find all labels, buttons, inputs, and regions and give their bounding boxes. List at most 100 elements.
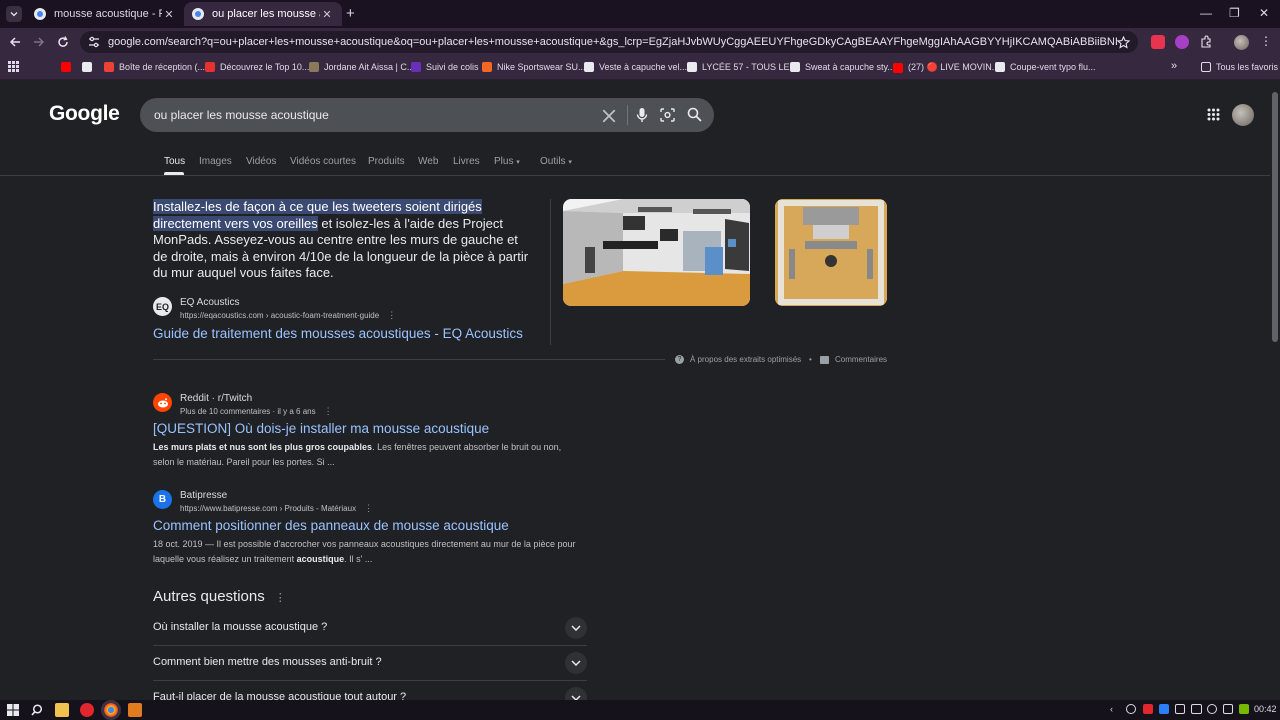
google-logo[interactable]: Google	[49, 102, 120, 126]
new-tab-button[interactable]: +	[346, 6, 355, 22]
browser-menu-icon[interactable]: ⋮	[1260, 34, 1272, 48]
google-favicon-icon	[34, 8, 46, 20]
nvidia-icon[interactable]	[1239, 704, 1249, 714]
bookmark-coupe-vent[interactable]: Coupe-vent typo flu...	[995, 62, 1096, 72]
source-cite: Plus de 10 commentaires · il y a 6 ans	[180, 407, 316, 416]
volume-icon[interactable]	[1207, 704, 1217, 714]
microphone-icon[interactable]	[636, 107, 648, 123]
all-bookmarks-folder[interactable]: Tous les favoris	[1201, 62, 1278, 72]
page-scrollbar[interactable]	[1270, 80, 1280, 700]
more-options-icon[interactable]: ⋮	[364, 502, 373, 515]
tab-livres[interactable]: Livres	[453, 156, 480, 167]
browser-tab-2[interactable]: ou placer les mousse acoustique ✕	[184, 2, 342, 26]
bookmark-top10[interactable]: Découvrez le Top 10...	[205, 62, 309, 72]
featured-snippet-text: Installez-les de façon à ce que les twee…	[153, 199, 533, 282]
tab-videos[interactable]: Vidéos	[246, 156, 276, 167]
tl-icon	[205, 62, 215, 72]
tray-app-icon[interactable]	[1143, 704, 1153, 714]
forward-arrow-icon	[34, 37, 45, 47]
paa-question[interactable]: Où installer la mousse acoustique ?	[153, 611, 587, 646]
tab-produits[interactable]: Produits	[368, 156, 405, 167]
restore-icon[interactable]: ❐	[1229, 6, 1240, 20]
reload-button[interactable]	[55, 34, 71, 50]
result-title-batipresse[interactable]: Comment positionner des panneaux de mous…	[153, 518, 509, 533]
result-snippet-reddit: Les murs plats et nus sont les plus gros…	[153, 442, 562, 467]
featured-source[interactable]: EQ EQ Acoustics https://eqacoustics.com …	[153, 297, 396, 322]
tab-close-icon[interactable]: ✕	[320, 8, 334, 21]
chevron-down-icon[interactable]	[565, 617, 587, 639]
bookmark-youtube[interactable]	[61, 62, 76, 72]
language-icon[interactable]	[1223, 704, 1233, 714]
featured-result-title[interactable]: Guide de traitement des mousses acoustiq…	[153, 326, 523, 341]
back-button[interactable]	[7, 34, 23, 50]
bookmark-jordane[interactable]: Jordane Ait Aissa | C...	[309, 62, 414, 72]
taskbar-search-icon[interactable]	[31, 704, 43, 716]
tab-close-icon[interactable]: ✕	[162, 8, 176, 21]
display-icon[interactable]	[1191, 704, 1202, 714]
bookmark-veste[interactable]: Veste à capuche vel...	[584, 62, 687, 72]
network-icon[interactable]	[1175, 704, 1185, 714]
clear-search-icon[interactable]	[601, 108, 617, 124]
tab-videos-courtes[interactable]: Vidéos courtes	[290, 156, 356, 167]
window-close-icon[interactable]: ✕	[1259, 6, 1269, 20]
chrome-icon[interactable]	[101, 700, 121, 720]
bookmark-live[interactable]: (27) 🔴 LIVE MOVIN...	[893, 62, 999, 73]
studio-top-view-image[interactable]	[775, 199, 887, 306]
bookmark-nike[interactable]: Nike Sportswear SU...	[482, 62, 586, 72]
eq-acoustics-favicon-icon: EQ	[153, 297, 172, 316]
tab-images[interactable]: Images	[199, 156, 232, 167]
tray-overflow-icon[interactable]: ‹	[1110, 704, 1113, 714]
page-icon	[82, 62, 92, 72]
paa-question[interactable]: Comment bien mettre des mousses anti-bru…	[153, 646, 587, 681]
opera-icon[interactable]	[80, 703, 94, 717]
taskbar-clock[interactable]: 00:42	[1254, 704, 1277, 714]
address-bar[interactable]: google.com/search?q=ou+placer+les+mousse…	[80, 31, 1138, 53]
bookmark-suivi-colis[interactable]: Suivi de colis	[411, 62, 479, 72]
windows-start-icon[interactable]	[7, 704, 19, 716]
result-source-batipresse[interactable]: B Batipresse https://www.batipresse.com …	[153, 490, 373, 515]
search-icon[interactable]	[687, 107, 702, 122]
account-avatar[interactable]	[1232, 104, 1254, 126]
file-explorer-icon[interactable]	[55, 703, 69, 717]
profile-avatar[interactable]	[1234, 35, 1249, 50]
about-snippets-link[interactable]: ? À propos des extraits optimisés	[675, 355, 801, 364]
more-options-icon[interactable]: ⋮	[275, 592, 286, 604]
extension-icon-2[interactable]	[1175, 35, 1189, 49]
result-title-reddit[interactable]: [QUESTION] Où dois-je installer ma mouss…	[153, 421, 489, 436]
bluetooth-icon[interactable]	[1159, 704, 1169, 714]
forward-button[interactable]	[31, 34, 47, 50]
bookmark-sweat[interactable]: Sweat à capuche sty...	[790, 62, 895, 72]
tab-search-button[interactable]	[6, 6, 22, 22]
lens-camera-icon[interactable]	[660, 108, 675, 122]
more-options-icon[interactable]: ⋮	[324, 405, 333, 418]
bookmarks-overflow-icon[interactable]: »	[1171, 60, 1177, 72]
search-tabs: Tous Images Vidéos Vidéos courtes Produi…	[0, 150, 1270, 176]
browser-toolbar: google.com/search?q=ou+placer+les+mousse…	[0, 28, 1280, 56]
tab-plus[interactable]: Plus ▾	[494, 156, 520, 167]
site-info-icon[interactable]	[88, 36, 100, 48]
extensions-puzzle-icon[interactable]	[1199, 35, 1213, 49]
result-source-reddit[interactable]: Reddit · r/Twitch Plus de 10 commentaire…	[153, 393, 333, 418]
tab-outils[interactable]: Outils ▾	[540, 156, 572, 167]
minimize-icon[interactable]: —	[1200, 6, 1212, 20]
bookmark-page[interactable]	[82, 62, 97, 72]
bookmark-gmail[interactable]: Boîte de réception (...	[104, 62, 205, 72]
app-icon[interactable]	[128, 703, 142, 717]
chevron-down-icon[interactable]	[565, 652, 587, 674]
selected-tab-indicator	[164, 172, 184, 175]
school-icon	[687, 62, 697, 72]
paa-title: Autres questions ⋮	[153, 588, 286, 605]
scrollbar-thumb[interactable]	[1272, 92, 1278, 342]
browser-tab-1[interactable]: mousse acoustique - Recherche ✕	[26, 2, 184, 26]
bookmark-lycee[interactable]: LYCÉE 57 - TOUS LE...	[687, 62, 797, 72]
tab-web[interactable]: Web	[418, 156, 438, 167]
feedback-link[interactable]: Commentaires	[820, 355, 887, 364]
extension-icon-1[interactable]	[1151, 35, 1165, 49]
bookmark-star-icon[interactable]	[1117, 35, 1130, 49]
tab-tous[interactable]: Tous	[164, 156, 185, 167]
settings-gear-icon[interactable]	[1126, 704, 1136, 714]
google-apps-icon[interactable]	[1207, 108, 1220, 121]
more-options-icon[interactable]: ⋮	[387, 309, 396, 322]
apps-grid-icon[interactable]	[8, 61, 19, 72]
studio-3d-image[interactable]	[563, 199, 750, 306]
